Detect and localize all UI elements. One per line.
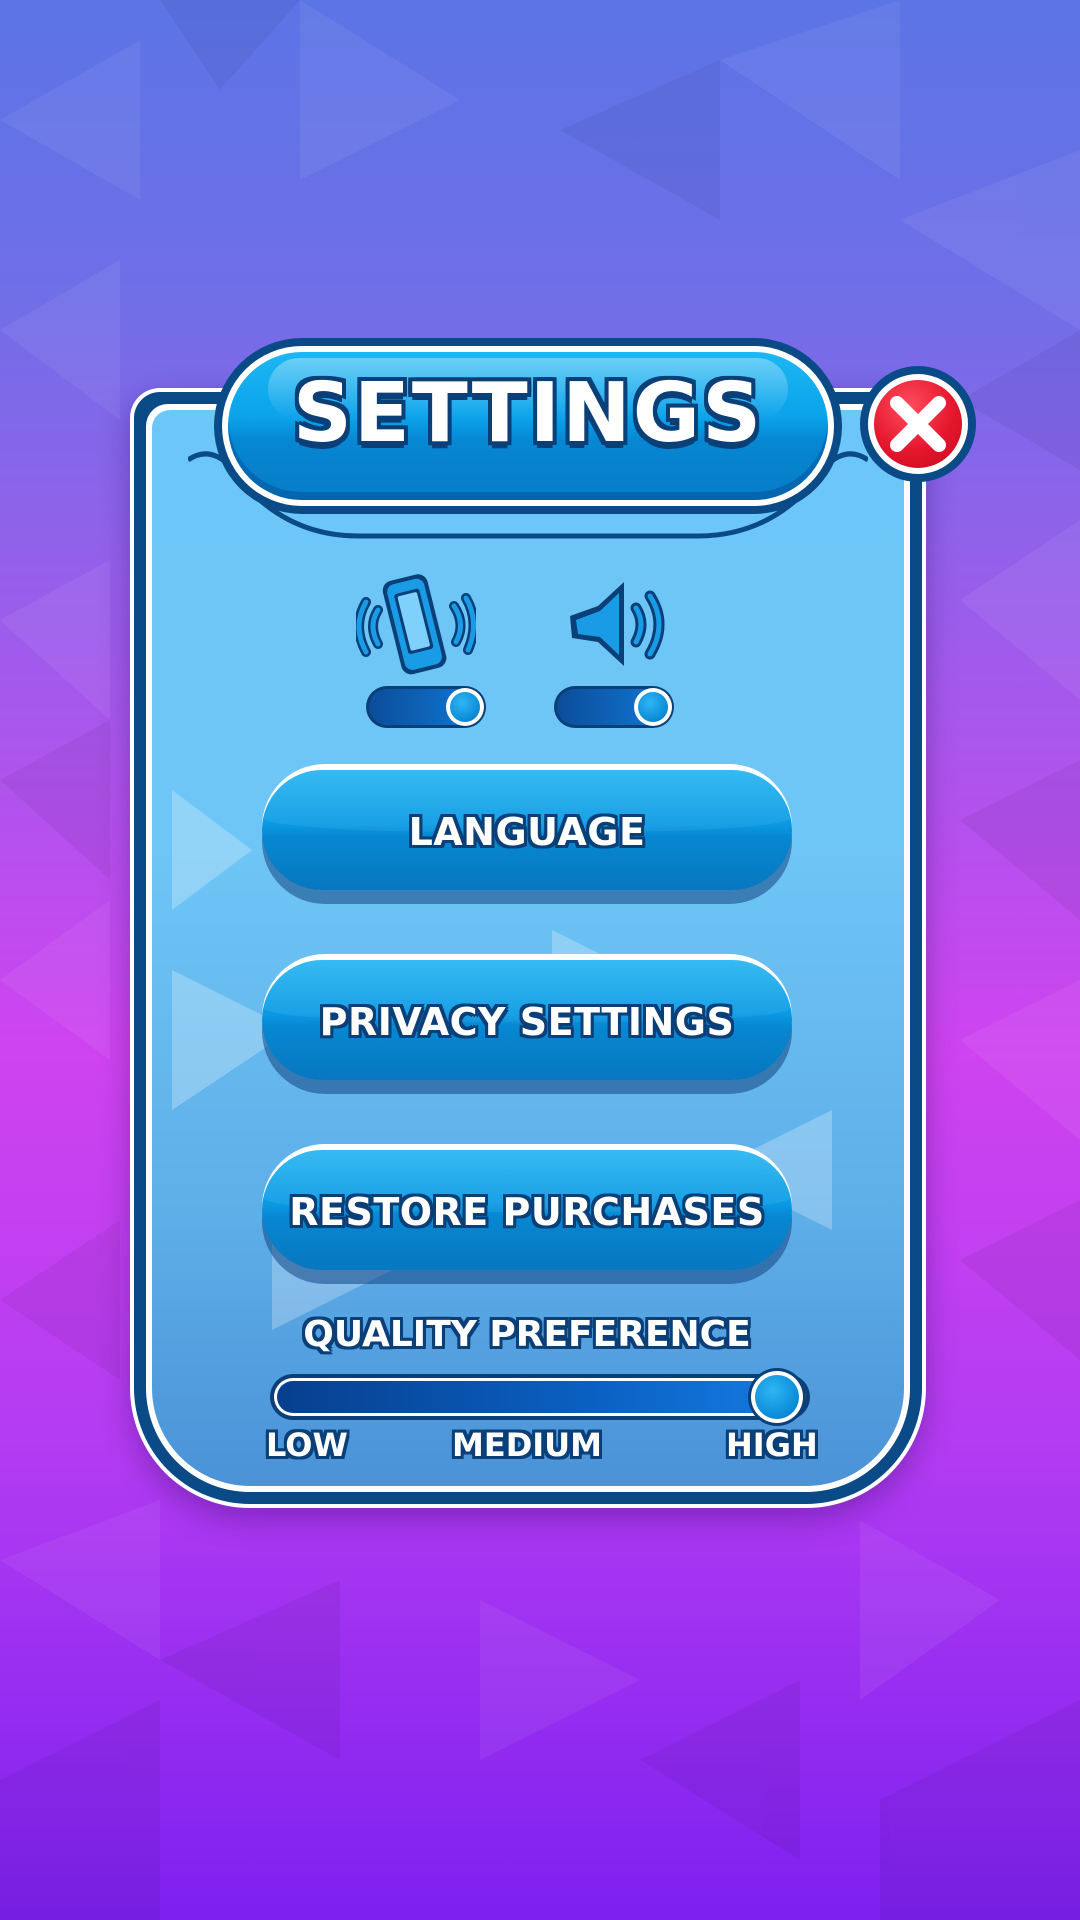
close-button[interactable] [860,366,976,482]
phone-vibrate-icon [354,574,479,675]
language-button-label: LANGUAGE [408,810,646,854]
page-title: SETTINGS [292,366,764,461]
quality-slider-thumb[interactable] [748,1368,806,1426]
quality-low-label: LOW [266,1426,348,1464]
language-button[interactable]: LANGUAGE [262,764,792,904]
toggle-knob [634,688,672,726]
restore-purchases-button[interactable]: RESTORE PURCHASES [262,1144,792,1284]
restore-purchases-button-label: RESTORE PURCHASES [289,1190,765,1234]
sound-setting [554,566,674,686]
speaker-icon [570,582,665,666]
quality-slider[interactable] [270,1368,810,1426]
vibration-setting [354,566,479,686]
title-banner: SETTINGS [214,338,842,514]
toggle-knob [446,688,484,726]
quality-high-label: HIGH [726,1426,818,1464]
vibration-toggle[interactable] [366,686,486,728]
quality-preference-title: QUALITY PREFERENCE [303,1314,751,1355]
quality-slider-fill [277,1381,784,1413]
close-icon [890,396,946,452]
privacy-settings-button-label: PRIVACY SETTINGS [319,1000,735,1044]
quality-medium-label: MEDIUM [452,1426,602,1464]
sound-toggle[interactable] [554,686,674,728]
privacy-settings-button[interactable]: PRIVACY SETTINGS [262,954,792,1094]
